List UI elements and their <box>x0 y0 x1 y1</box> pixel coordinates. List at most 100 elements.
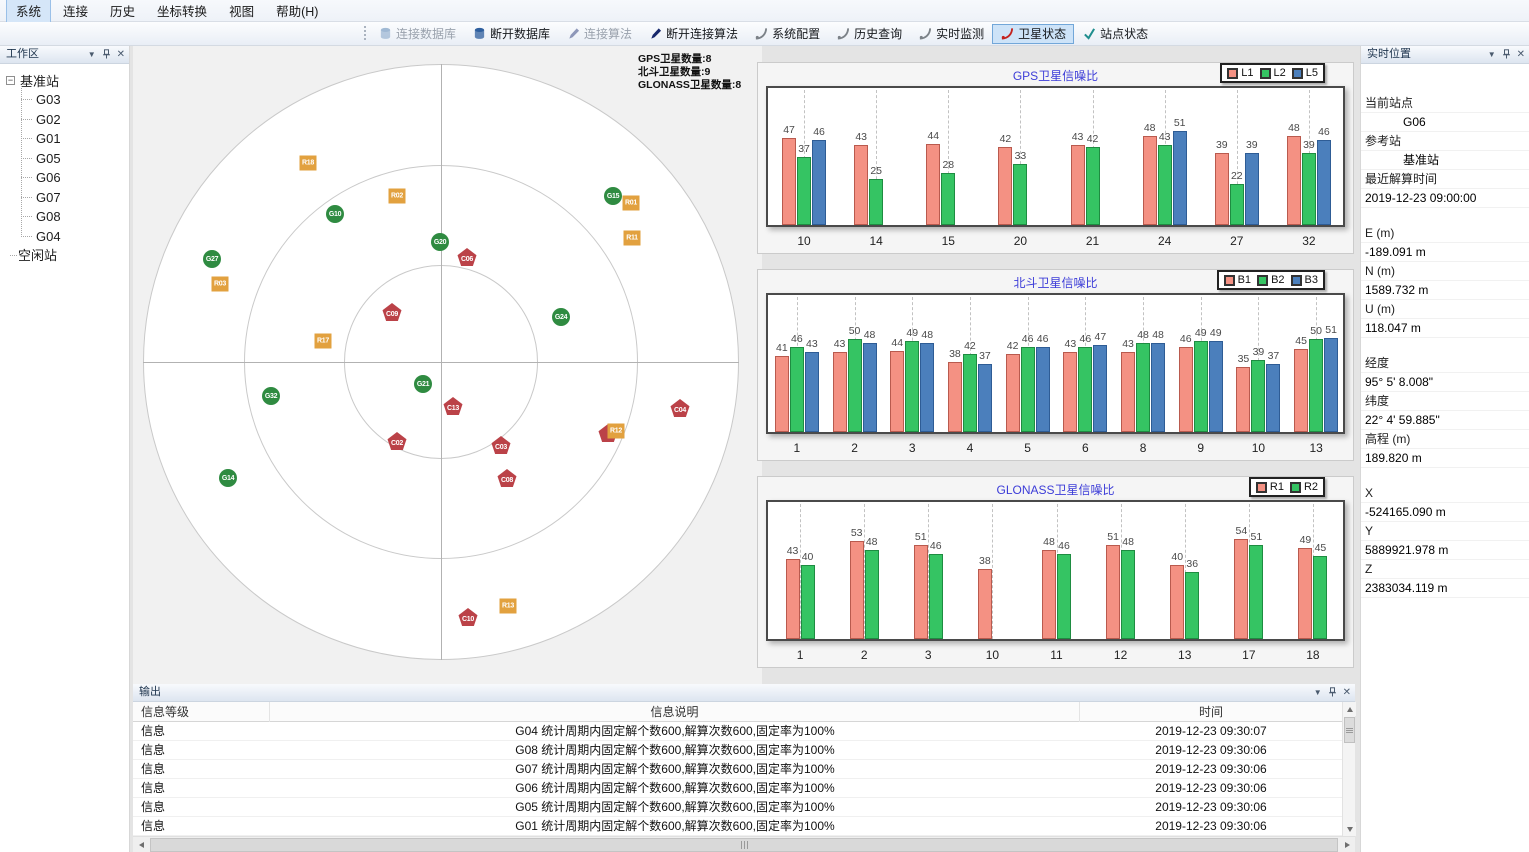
sidebar-item-G05[interactable]: G05 <box>36 149 129 169</box>
bar-B2-9 <box>1194 341 1208 432</box>
sidebar-item-G08[interactable]: G08 <box>36 207 129 227</box>
bar-value-label: 33 <box>1006 150 1034 162</box>
workspace-panel-title: 工作区 <box>6 48 39 60</box>
bds-snr-chart: 北斗卫星信噪比B1B2B3414643435048444948384237424… <box>757 269 1354 461</box>
cell-message: G06 统计周期内固定解个数600,解算次数600,固定率为100% <box>270 779 1080 798</box>
table-row[interactable]: 信息G06 统计周期内固定解个数600,解算次数600,固定率为100%2019… <box>133 779 1342 798</box>
output-table-header: 信息等级 信息说明 时间 <box>133 702 1342 722</box>
toolbar-button-connect-db-label: 连接数据库 <box>396 25 456 42</box>
cell-level: 信息 <box>133 760 270 779</box>
toolbar-button-history-query[interactable]: 历史查询 <box>828 24 910 44</box>
close-icon[interactable]: ✕ <box>117 51 125 59</box>
sidebar-item-G04[interactable]: G04 <box>36 227 129 247</box>
chevron-down-icon[interactable]: ▼ <box>88 51 96 59</box>
menu-coord-transform[interactable]: 坐标转换 <box>147 0 217 23</box>
bar-L1-21 <box>1071 145 1085 225</box>
bar-value-label: 51 <box>1317 324 1345 336</box>
field-value: 1589.732 m <box>1361 281 1529 300</box>
bar-value-label: 43 <box>798 338 826 350</box>
toolbar-button-disconnect-db[interactable]: 断开数据库 <box>464 24 558 44</box>
field-label: 参考站 <box>1361 132 1529 151</box>
bar-L2-15 <box>941 173 955 225</box>
horizontal-scroll-thumb[interactable] <box>150 838 1338 852</box>
legend-label: L2 <box>1274 67 1286 79</box>
x-tick-label: 2 <box>844 648 884 662</box>
bar-B2-4 <box>963 354 977 432</box>
menu-history[interactable]: 历史 <box>100 0 145 23</box>
toolbar-button-connect-algo[interactable]: 连接算法 <box>558 24 640 44</box>
sidebar-item-G07[interactable]: G07 <box>36 188 129 208</box>
chevron-down-icon[interactable]: ▼ <box>1488 51 1496 59</box>
column-header-level[interactable]: 信息等级 <box>133 702 270 722</box>
chart-legend: B1B2B3 <box>1217 270 1325 290</box>
x-tick-label: 32 <box>1289 234 1329 248</box>
table-row[interactable]: 信息G08 统计周期内固定解个数600,解算次数600,固定率为100%2019… <box>133 741 1342 760</box>
scroll-up-button[interactable] <box>1343 702 1356 716</box>
bar-R1-18 <box>1298 548 1312 639</box>
toolbar-button-station-status[interactable]: 站点状态 <box>1074 24 1156 44</box>
close-icon[interactable]: ✕ <box>1517 51 1525 59</box>
legend-item-R2: R2 <box>1290 481 1318 493</box>
legend-swatch <box>1260 68 1271 79</box>
sidebar-item-base-stations[interactable]: −基准站 <box>0 71 129 90</box>
bds-count-label: 北斗卫星数量:9 <box>638 66 762 79</box>
bar-R1-12 <box>1106 545 1120 639</box>
legend-label: B1 <box>1238 274 1251 286</box>
satellite-R12: R12 <box>608 424 625 439</box>
pin-icon[interactable] <box>102 49 111 61</box>
toolbar-button-system-config[interactable]: 系统配置 <box>746 24 828 44</box>
toolbar-button-realtime-monitor[interactable]: 实时监测 <box>910 24 992 44</box>
table-row[interactable]: 信息G05 统计周期内固定解个数600,解算次数600,固定率为100%2019… <box>133 798 1342 817</box>
column-header-time[interactable]: 时间 <box>1080 702 1342 722</box>
sidebar-item-G06[interactable]: G06 <box>36 168 129 188</box>
toolbar-button-disconnect-algo[interactable]: 断开连接算法 <box>640 24 746 44</box>
menu-connect[interactable]: 连接 <box>53 0 98 23</box>
bar-B1-2 <box>833 352 847 432</box>
table-row[interactable]: 信息G04 统计周期内固定解个数600,解算次数600,固定率为100%2019… <box>133 722 1342 741</box>
sidebar-item-G03[interactable]: G03 <box>36 90 129 110</box>
toolbar-button-connect-db[interactable]: 连接数据库 <box>370 24 464 44</box>
tree-collapse-icon[interactable]: − <box>6 76 15 85</box>
bar-B1-5 <box>1006 354 1020 432</box>
menu-help[interactable]: 帮助(H) <box>266 0 328 23</box>
legend-label: B3 <box>1305 274 1318 286</box>
glonass-snr-chart: GLONASS卫星信噪比R1R2434053485146384846514840… <box>757 476 1354 668</box>
tree-children: G03G02G01G05G06G07G08G04 <box>36 90 129 246</box>
legend-swatch <box>1291 275 1302 286</box>
output-vertical-scrollbar[interactable] <box>1342 702 1355 836</box>
satellite-R17: R17 <box>315 334 332 349</box>
table-row[interactable]: 信息G07 统计周期内固定解个数600,解算次数600,固定率为100%2019… <box>133 760 1342 779</box>
toolbar-button-satellite-status[interactable]: 卫星状态 <box>992 24 1074 44</box>
pin-icon[interactable] <box>1328 687 1337 699</box>
output-horizontal-scrollbar[interactable] <box>133 836 1355 852</box>
chart-plot-area: 4146434350484449483842374246464346474348… <box>766 293 1345 434</box>
table-row[interactable]: 信息G01 统计周期内固定解个数600,解算次数600,固定率为100%2019… <box>133 817 1342 836</box>
pin-icon[interactable] <box>1502 49 1511 61</box>
menu-system[interactable]: 系统 <box>6 0 51 23</box>
scroll-right-button[interactable] <box>1339 837 1355 852</box>
satellite-R18: R18 <box>300 156 317 171</box>
vertical-scroll-thumb[interactable] <box>1344 717 1355 743</box>
x-tick-label: 13 <box>1165 648 1205 662</box>
x-tick-label: 1 <box>777 441 817 455</box>
scroll-down-button[interactable] <box>1343 822 1356 836</box>
sidebar-item-G01[interactable]: G01 <box>36 129 129 149</box>
sidebar-item-idle-stations[interactable]: 空闲站 <box>18 246 129 266</box>
scroll-left-button[interactable] <box>133 837 149 852</box>
bar-value-label: 46 <box>805 126 833 138</box>
x-tick-label: 9 <box>1181 441 1221 455</box>
column-header-message[interactable]: 信息说明 <box>270 702 1080 722</box>
realtime-panel-header: 实时位置 ▼ ✕ <box>1361 46 1529 64</box>
satellite-G27: G27 <box>203 250 221 268</box>
field-value: 95° 5' 8.008" <box>1361 373 1529 392</box>
toolbar-button-connect-algo-label: 连接算法 <box>584 25 632 42</box>
x-tick-label: 21 <box>1073 234 1113 248</box>
satellite-G32: G32 <box>262 387 280 405</box>
sidebar-item-G02[interactable]: G02 <box>36 110 129 130</box>
bar-value-label: 47 <box>1086 331 1114 343</box>
chevron-down-icon[interactable]: ▼ <box>1314 689 1322 697</box>
bar-B3-13 <box>1324 338 1338 432</box>
close-icon[interactable]: ✕ <box>1343 689 1351 697</box>
menu-view[interactable]: 视图 <box>219 0 264 23</box>
bar-value-label: 44 <box>919 130 947 142</box>
